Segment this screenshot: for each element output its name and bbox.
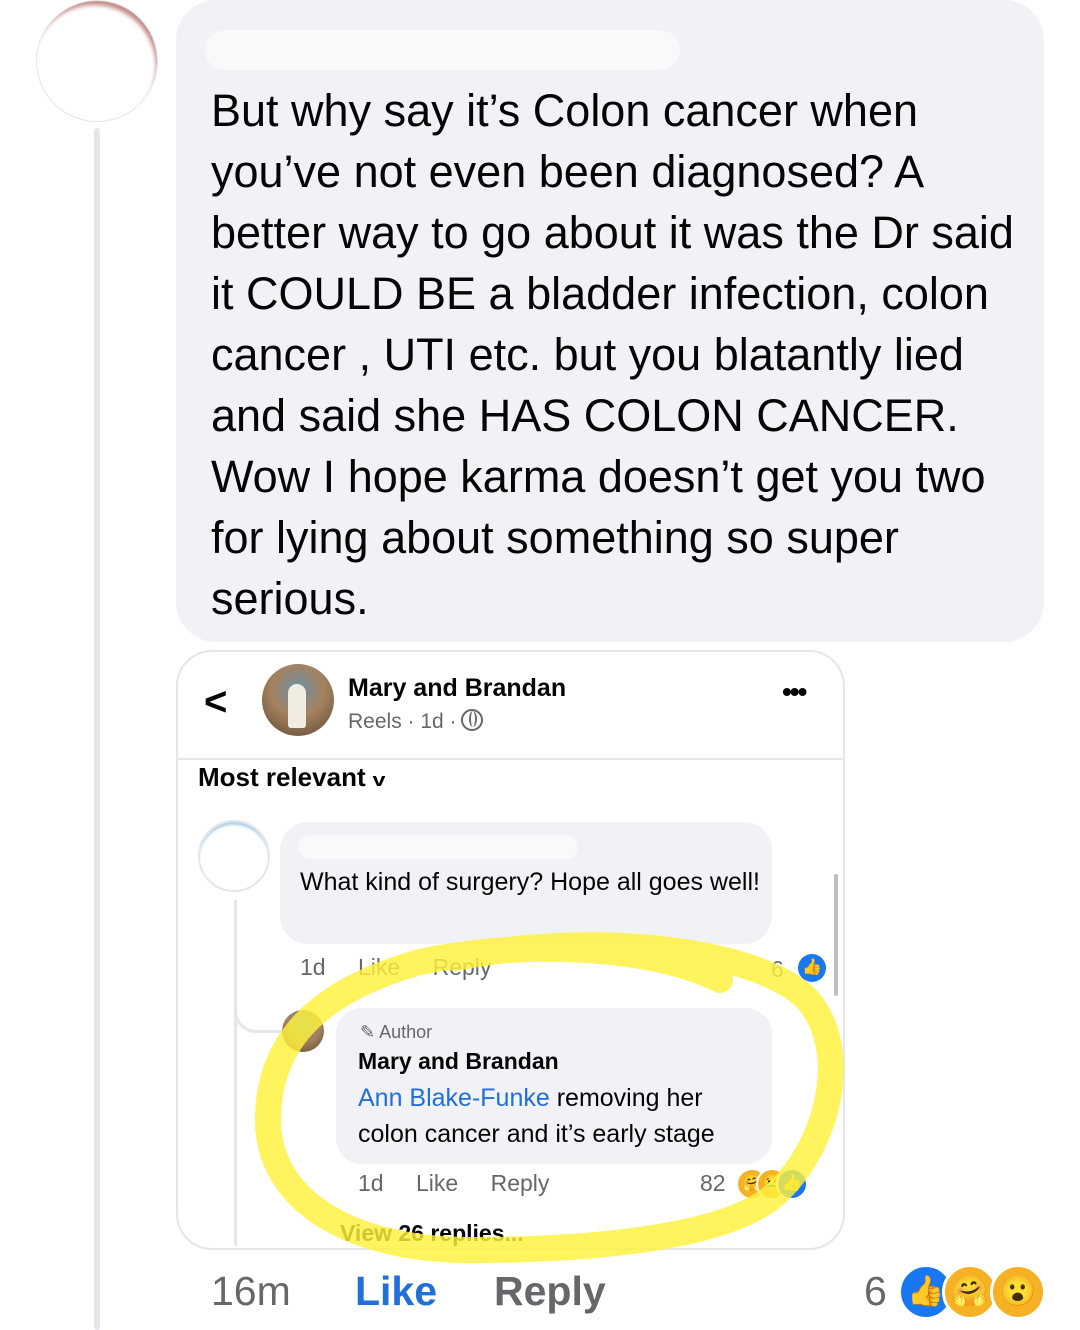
reply-time: 1d [358,1170,384,1196]
sort-label: Most relevant [198,762,366,792]
more-options-icon[interactable]: ••• [782,676,807,708]
thread-line [234,900,237,1246]
globe-icon [460,709,483,731]
commenter-avatar[interactable] [36,0,158,122]
thread-line [94,128,100,1330]
post-meta-text: Reels · 1d · [348,710,457,733]
embedded-screenshot: < Mary and Brandan Reels · 1d · ••• Most… [176,650,845,1250]
comment-text: But why say it’s Colon cancer when you’v… [211,85,1014,624]
reaction-icons[interactable]: 🤗 😢 👍 [736,1168,830,1200]
author-badge-label: Author [379,1022,433,1042]
wow-icon: 😮 [990,1264,1046,1320]
reaction-count[interactable]: 82 [700,1170,726,1197]
like-reaction-icon: 👍 [798,954,826,982]
redacted-commenter-name [205,30,680,70]
redacted-commenter-name [298,835,578,859]
like-button[interactable]: Like [355,1268,437,1315]
reply-text: Ann Blake-Funke removing her colon cance… [358,1080,762,1152]
commenter-avatar[interactable] [198,820,270,892]
like-icon: 👍 [776,1168,808,1200]
scrollbar[interactable] [834,874,838,996]
reply-actions: 1d Like Reply [358,1170,575,1197]
author-badge: ✎ Author [360,1022,432,1043]
reaction-icons[interactable]: 👍 🤗 😮 [898,1264,1048,1320]
mention-link[interactable]: Ann Blake-Funke [358,1084,550,1112]
chevron-down-icon: v [372,770,386,790]
divider [178,758,843,760]
reply-connector [234,974,287,1033]
comment-actions: 1d Like Reply [300,954,517,981]
like-button[interactable]: Like [358,954,400,980]
view-replies-link[interactable]: View 26 replies... [340,1220,524,1247]
reaction-count[interactable]: 6 [864,1268,887,1315]
comment-time: 1d [300,954,326,980]
page-avatar[interactable] [262,664,334,736]
reply-button[interactable]: Reply [433,954,492,980]
reply-button[interactable]: Reply [494,1268,606,1315]
author-avatar[interactable] [282,1010,324,1052]
reply-button[interactable]: Reply [491,1170,550,1196]
like-button[interactable]: Like [416,1170,458,1196]
reaction-count[interactable]: 6 [771,956,784,983]
comment-text: What kind of surgery? Hope all goes well… [300,868,760,896]
sort-dropdown[interactable]: Most relevant v [198,762,386,793]
post-meta: Reels · 1d · [348,709,483,734]
page-name[interactable]: Mary and Brandan [348,674,566,703]
pen-icon: ✎ [360,1022,376,1042]
back-chevron-icon[interactable]: < [204,680,227,725]
reply-author-name[interactable]: Mary and Brandan [358,1048,559,1075]
comment-time: 16m [211,1268,291,1314]
